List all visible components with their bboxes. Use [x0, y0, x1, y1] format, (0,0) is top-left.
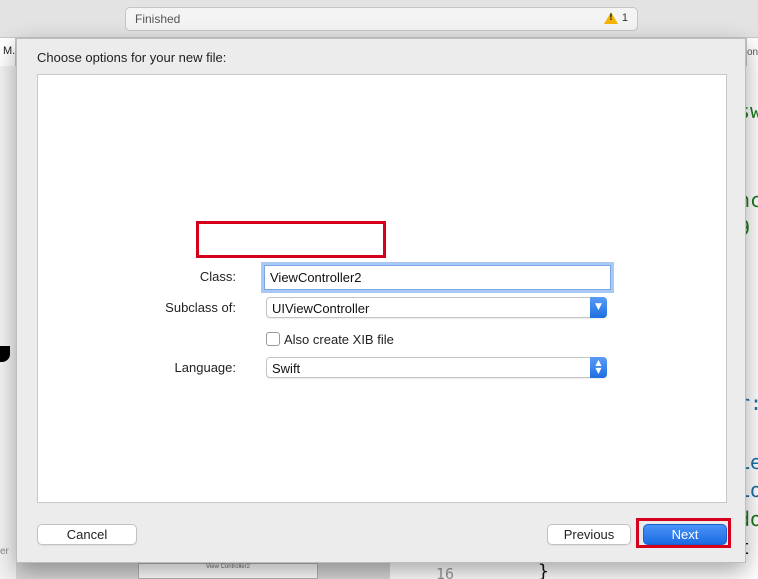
storyboard-thumbnail[interactable]: View Controller2: [138, 563, 318, 579]
next-button[interactable]: Next: [643, 524, 727, 545]
title-bar: Finished 1: [0, 0, 758, 38]
activity-status: Finished: [135, 12, 181, 26]
code-brace: }: [538, 561, 549, 579]
new-file-options-sheet: Choose options for your new file: Class:…: [16, 38, 746, 563]
cancel-button[interactable]: Cancel: [37, 524, 137, 545]
chevron-updown-icon: ▲ ▼: [590, 357, 607, 378]
navigator-pane: er: [0, 66, 16, 579]
subclass-label: Subclass of:: [165, 300, 236, 315]
class-name-field[interactable]: ViewController2: [264, 265, 611, 290]
navigator-fragment: er: [0, 546, 9, 557]
chevron-down-icon: ▼: [590, 297, 607, 318]
tab-right-fragment[interactable]: on: [746, 38, 758, 66]
xib-checkbox[interactable]: [266, 332, 280, 346]
tab-left-fragment[interactable]: M...: [0, 38, 16, 66]
activity-viewer: Finished 1: [125, 7, 638, 31]
warning-indicator[interactable]: 1: [603, 12, 628, 24]
xib-checkbox-label[interactable]: Also create XIB file: [284, 332, 394, 347]
class-label: Class:: [199, 269, 236, 284]
previous-button[interactable]: Previous: [547, 524, 631, 545]
sheet-title: Choose options for your new file:: [37, 50, 227, 65]
language-label: Language:: [174, 360, 236, 375]
warning-count: 1: [621, 12, 628, 24]
subclass-value: UIViewController: [272, 301, 370, 316]
language-popup[interactable]: Swift ▲ ▼: [266, 357, 607, 378]
subclass-popup[interactable]: UIViewController ▼: [266, 297, 607, 318]
warning-triangle-icon: [603, 12, 618, 24]
options-panel: Class: ViewController2 Subclass of: UIVi…: [37, 74, 727, 503]
language-value: Swift: [272, 361, 301, 376]
canvas-shape: [0, 346, 10, 362]
line-number: 16: [436, 565, 455, 579]
